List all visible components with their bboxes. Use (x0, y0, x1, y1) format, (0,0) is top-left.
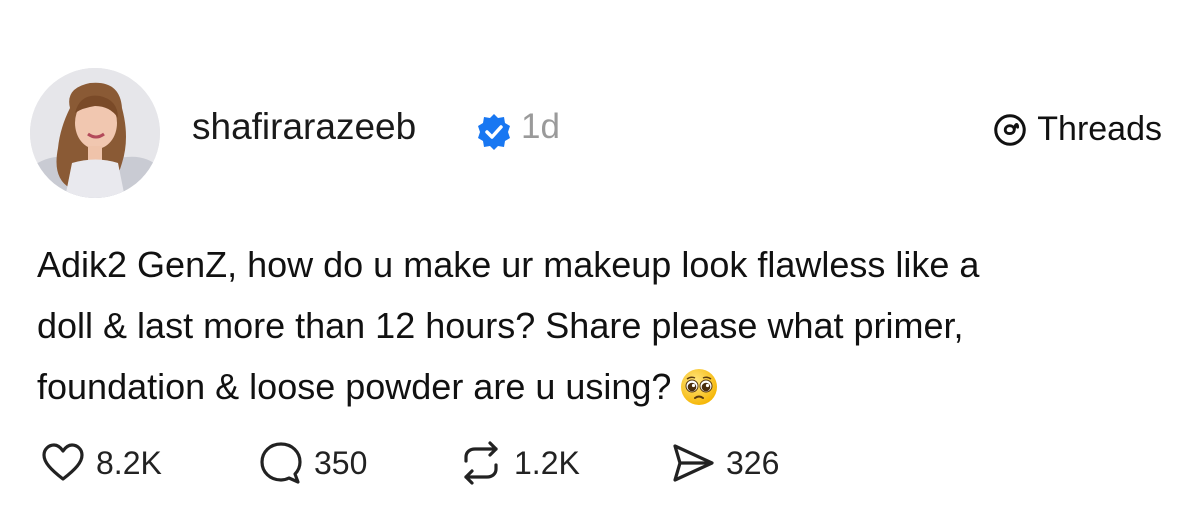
heart-icon (42, 443, 84, 481)
like-count: 8.2K (96, 444, 162, 481)
avatar[interactable] (30, 68, 160, 198)
repost-icon (464, 441, 498, 485)
like-button[interactable]: 8.2K (40, 440, 162, 486)
repost-count: 1.2K (514, 444, 580, 481)
verified-badge-icon (478, 114, 510, 150)
comment-icon (260, 442, 302, 484)
post-text-line: Adik2 GenZ, how do u make ur makeup look… (37, 244, 980, 285)
share-button[interactable]: 326 (670, 440, 779, 486)
post-text-line: foundation & loose powder are u using? (37, 356, 1177, 417)
post-text: Adik2 GenZ, how do u make ur makeup look… (37, 234, 1177, 417)
post-text-line: doll & last more than 12 hours? Share pl… (37, 305, 964, 346)
share-count: 326 (726, 444, 780, 481)
pleading-face-emoji (681, 369, 718, 405)
threads-logo-icon (994, 113, 1027, 146)
username[interactable]: shafirarazeeb (192, 106, 416, 148)
threads-brand: Threads (991, 110, 1162, 149)
reply-button[interactable]: 350 (258, 440, 367, 486)
repost-button[interactable]: 1.2K (458, 440, 580, 486)
brand-name: Threads (1037, 110, 1162, 148)
timestamp: 1d (521, 107, 560, 146)
reply-count: 350 (314, 444, 368, 481)
post-text-line-3: foundation & loose powder are u using? (37, 366, 672, 407)
send-icon (673, 444, 714, 482)
